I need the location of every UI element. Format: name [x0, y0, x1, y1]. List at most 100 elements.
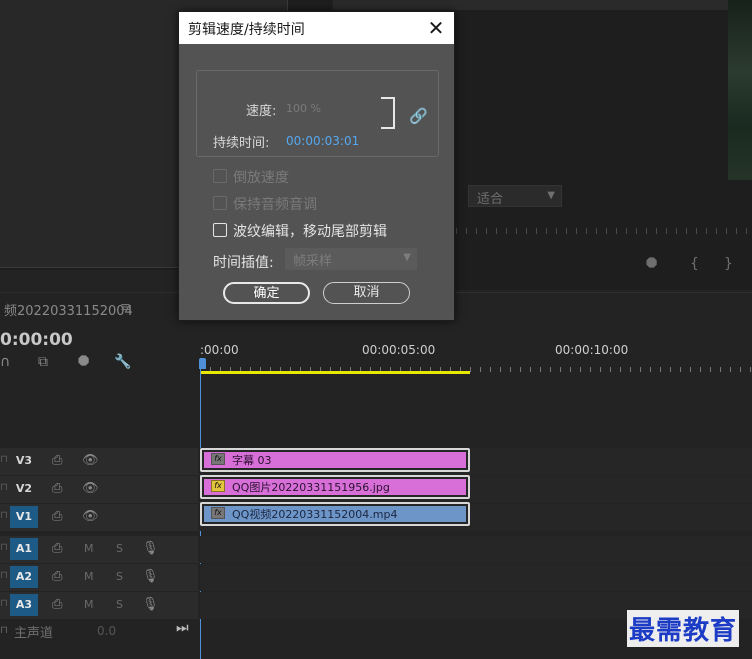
- cancel-button[interactable]: 取消: [323, 282, 410, 304]
- master-volume-value[interactable]: 0.0: [97, 624, 116, 638]
- track-label[interactable]: V3: [10, 450, 38, 472]
- program-controls: ⯃ { }: [640, 256, 752, 276]
- sync-lock-icon[interactable]: ⎙: [52, 509, 62, 524]
- track-label[interactable]: V2: [10, 478, 38, 500]
- ruler-tick: [456, 228, 457, 234]
- wrench-icon[interactable]: 🔧: [114, 354, 131, 370]
- ok-button[interactable]: 确定: [223, 282, 310, 304]
- interpolation-label: 时间插值:: [213, 255, 274, 271]
- sync-lock-icon[interactable]: ⎙: [52, 569, 62, 584]
- sync-lock-icon[interactable]: ⎙: [52, 541, 62, 556]
- reverse-speed-label: 倒放速度: [233, 170, 289, 186]
- ruler-tick: [740, 367, 741, 372]
- ruler-tick: [696, 228, 697, 234]
- ruler-tick: [646, 228, 647, 234]
- lock-icon[interactable]: ⊓: [0, 454, 8, 465]
- go-to-end-icon[interactable]: ⏭: [176, 620, 189, 636]
- track-lane[interactable]: [200, 564, 752, 591]
- track-label[interactable]: A1: [10, 538, 38, 560]
- duration-value[interactable]: 00:00:03:01: [286, 134, 359, 148]
- ruler-tick: [560, 367, 561, 372]
- ruler-tick: [616, 228, 617, 234]
- track-label[interactable]: A2: [10, 566, 38, 588]
- lock-icon[interactable]: ⊓: [0, 625, 8, 636]
- timeline-timecode[interactable]: 0:00:00: [0, 330, 73, 350]
- solo-button[interactable]: S: [116, 598, 123, 611]
- work-area-bar[interactable]: [200, 371, 470, 374]
- ruler-tick: [610, 367, 611, 372]
- track-row-a2: ⊓ A2 ⎙ M S 🎙: [0, 564, 752, 591]
- link-bracket: [381, 97, 395, 129]
- ruler-tick: [750, 367, 751, 372]
- speed-value[interactable]: 100 %: [286, 102, 321, 115]
- timeline-ruler[interactable]: :00:00 00:00:05:00 00:00:10:00: [200, 340, 752, 375]
- chevron-down-icon: ▼: [547, 190, 555, 201]
- eye-icon[interactable]: 👁: [82, 509, 99, 524]
- microphone-icon[interactable]: 🎙: [142, 597, 159, 612]
- eye-icon[interactable]: 👁: [82, 453, 99, 468]
- clip-v1[interactable]: fx QQ视频20220331152004.mp4: [200, 502, 470, 526]
- solo-button[interactable]: S: [116, 570, 123, 583]
- clip-v3[interactable]: fx 字幕 03: [200, 448, 470, 472]
- mark-in-icon[interactable]: {: [690, 256, 699, 272]
- ruler-tick: [520, 367, 521, 372]
- ruler-tick: [516, 228, 517, 234]
- speed-label: 速度:: [246, 104, 277, 119]
- maintain-pitch-checkbox[interactable]: [213, 196, 227, 210]
- ruler-tick: [480, 367, 481, 372]
- ruler-tick: [500, 367, 501, 372]
- microphone-icon[interactable]: 🎙: [142, 569, 159, 584]
- track-header: ⊓ V3 ⎙ 👁: [0, 448, 198, 475]
- program-time-ruler[interactable]: [456, 224, 752, 234]
- track-header: ⊓ V2 ⎙ 👁: [0, 476, 198, 503]
- ruler-tick: [606, 228, 607, 234]
- add-marker-icon[interactable]: ⯃: [78, 354, 89, 370]
- mark-out-icon[interactable]: }: [724, 256, 733, 272]
- playhead-handle[interactable]: [199, 358, 206, 369]
- fx-badge-icon[interactable]: fx: [211, 453, 225, 465]
- solo-button[interactable]: S: [116, 542, 123, 555]
- track-label[interactable]: V1: [10, 506, 38, 528]
- eye-icon[interactable]: 👁: [82, 481, 99, 496]
- sequence-tab[interactable]: 频20220331152004: [4, 300, 133, 319]
- ruler-tick: [650, 367, 651, 372]
- ruler-tick: [666, 228, 667, 234]
- master-track-label: 主声道: [14, 626, 54, 641]
- fx-badge-icon[interactable]: fx: [211, 480, 225, 492]
- track-header: ⊓ A2 ⎙ M S 🎙: [0, 564, 198, 591]
- interpolation-select[interactable]: 帧采样 ▼: [285, 248, 417, 270]
- ripple-edit-checkbox[interactable]: [213, 223, 227, 237]
- close-icon[interactable]: ✕: [422, 14, 450, 42]
- lock-icon[interactable]: ⊓: [0, 542, 8, 553]
- sync-lock-icon[interactable]: ⎙: [52, 597, 62, 612]
- sync-lock-icon[interactable]: ⎙: [52, 481, 62, 496]
- dialog-titlebar[interactable]: 剪辑速度/持续时间 ✕: [179, 12, 454, 44]
- sync-lock-icon[interactable]: ⎙: [52, 453, 62, 468]
- clip-name: QQ视频20220331152004.mp4: [232, 508, 398, 521]
- lock-icon[interactable]: ⊓: [0, 570, 8, 581]
- microphone-icon[interactable]: 🎙: [142, 541, 159, 556]
- mute-button[interactable]: M: [84, 598, 94, 611]
- fx-badge-icon[interactable]: fx: [211, 507, 225, 519]
- fit-zoom-select[interactable]: 适合 ▼: [468, 185, 562, 207]
- mute-button[interactable]: M: [84, 570, 94, 583]
- lock-icon[interactable]: ⊓: [0, 598, 8, 609]
- track-label[interactable]: A3: [10, 594, 38, 616]
- track-header: ⊓ V1 ⎙ 👁: [0, 504, 198, 531]
- ruler-tick: [746, 228, 747, 234]
- ruler-tick: [486, 228, 487, 234]
- linked-selection-icon[interactable]: ⧉: [38, 354, 48, 370]
- chain-link-icon[interactable]: 🔗: [409, 107, 428, 125]
- add-marker-icon[interactable]: ⯃: [646, 256, 657, 272]
- mute-button[interactable]: M: [84, 542, 94, 555]
- ruler-tick: [570, 367, 571, 372]
- lock-icon[interactable]: ⊓: [0, 482, 8, 493]
- panel-menu-icon[interactable]: ≡: [120, 300, 131, 315]
- reverse-speed-checkbox[interactable]: [213, 169, 227, 183]
- lock-icon[interactable]: ⊓: [0, 510, 8, 521]
- track-lane[interactable]: [200, 536, 752, 563]
- ruler-tick: [620, 367, 621, 372]
- ruler-tick: [670, 367, 671, 372]
- snap-icon[interactable]: ∩: [0, 354, 10, 370]
- clip-v2[interactable]: fx QQ图片20220331151956.jpg: [200, 475, 470, 499]
